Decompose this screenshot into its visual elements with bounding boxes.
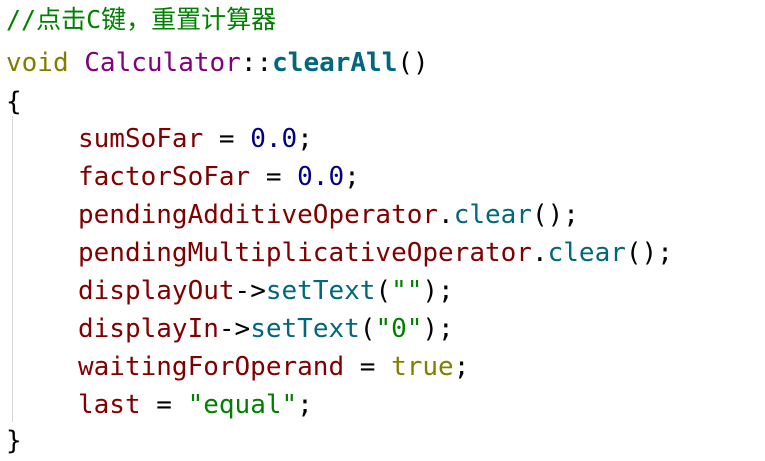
code-token: "equal" (187, 390, 298, 420)
code-line[interactable]: void Calculator::clearAll() (6, 44, 429, 82)
code-token: waitingForOperand (78, 352, 345, 382)
code-line[interactable]: last = "equal"; (6, 386, 313, 424)
code-token: pendingMultiplicativeOperator (78, 238, 532, 268)
code-token: ; (297, 390, 313, 420)
code-token: . (438, 200, 454, 230)
code-token: 0.0 (297, 162, 345, 192)
code-token: ; (297, 124, 313, 154)
code-token: (); (625, 238, 673, 268)
code-line[interactable]: waitingForOperand = true; (6, 348, 469, 386)
code-token: sumSoFar (78, 124, 204, 154)
code-token: = (203, 124, 251, 154)
code-token: ); (422, 314, 454, 344)
code-editor[interactable]: //点击C键，重置计算器 void Calculator::clearAll()… (0, 0, 765, 461)
code-token: last (78, 390, 141, 420)
code-token: //点击C键，重置计算器 (6, 5, 277, 34)
code-token: (); (531, 200, 579, 230)
code-token: factorSoFar (78, 162, 251, 192)
code-token: . (531, 238, 548, 268)
code-token: void (6, 48, 69, 78)
code-token: = (344, 352, 392, 382)
code-token: setText (250, 314, 360, 344)
code-token: -> (234, 276, 266, 306)
code-token: ); (422, 276, 454, 306)
code-token: Calculator (84, 48, 241, 78)
code-line[interactable]: pendingAdditiveOperator.clear(); (6, 196, 579, 234)
code-line[interactable]: sumSoFar = 0.0; (6, 120, 313, 158)
code-line[interactable]: displayOut->setText(""); (6, 272, 454, 310)
code-token: ( (375, 276, 392, 306)
code-line[interactable]: } (6, 422, 22, 460)
code-token: ; (344, 162, 360, 192)
code-token: = (250, 162, 298, 192)
code-line[interactable]: //点击C键，重置计算器 (6, 1, 276, 39)
code-line[interactable]: { (6, 83, 22, 121)
code-token: pendingAdditiveOperator (78, 200, 439, 230)
code-token: ( (359, 314, 376, 344)
code-token: displayIn (78, 314, 219, 344)
code-token: clear (453, 200, 532, 230)
code-token: = (140, 390, 188, 420)
code-line[interactable]: displayIn->setText("0"); (6, 310, 454, 348)
code-token: clearAll (272, 48, 398, 78)
code-token: ; (453, 352, 470, 382)
code-token: "" (391, 276, 423, 306)
code-token: :: (240, 48, 273, 78)
code-line[interactable]: factorSoFar = 0.0; (6, 158, 360, 196)
code-token: { (6, 87, 22, 117)
code-token: setText (265, 276, 376, 306)
code-token: displayOut (78, 276, 235, 306)
code-token: clear (547, 238, 626, 268)
code-token: 0.0 (250, 124, 298, 154)
code-line[interactable]: pendingMultiplicativeOperator.clear(); (6, 234, 673, 272)
code-token: } (6, 426, 22, 456)
code-token: true (391, 352, 454, 382)
code-token: "0" (375, 314, 423, 344)
code-token: -> (218, 314, 251, 344)
code-token: () (397, 48, 429, 78)
